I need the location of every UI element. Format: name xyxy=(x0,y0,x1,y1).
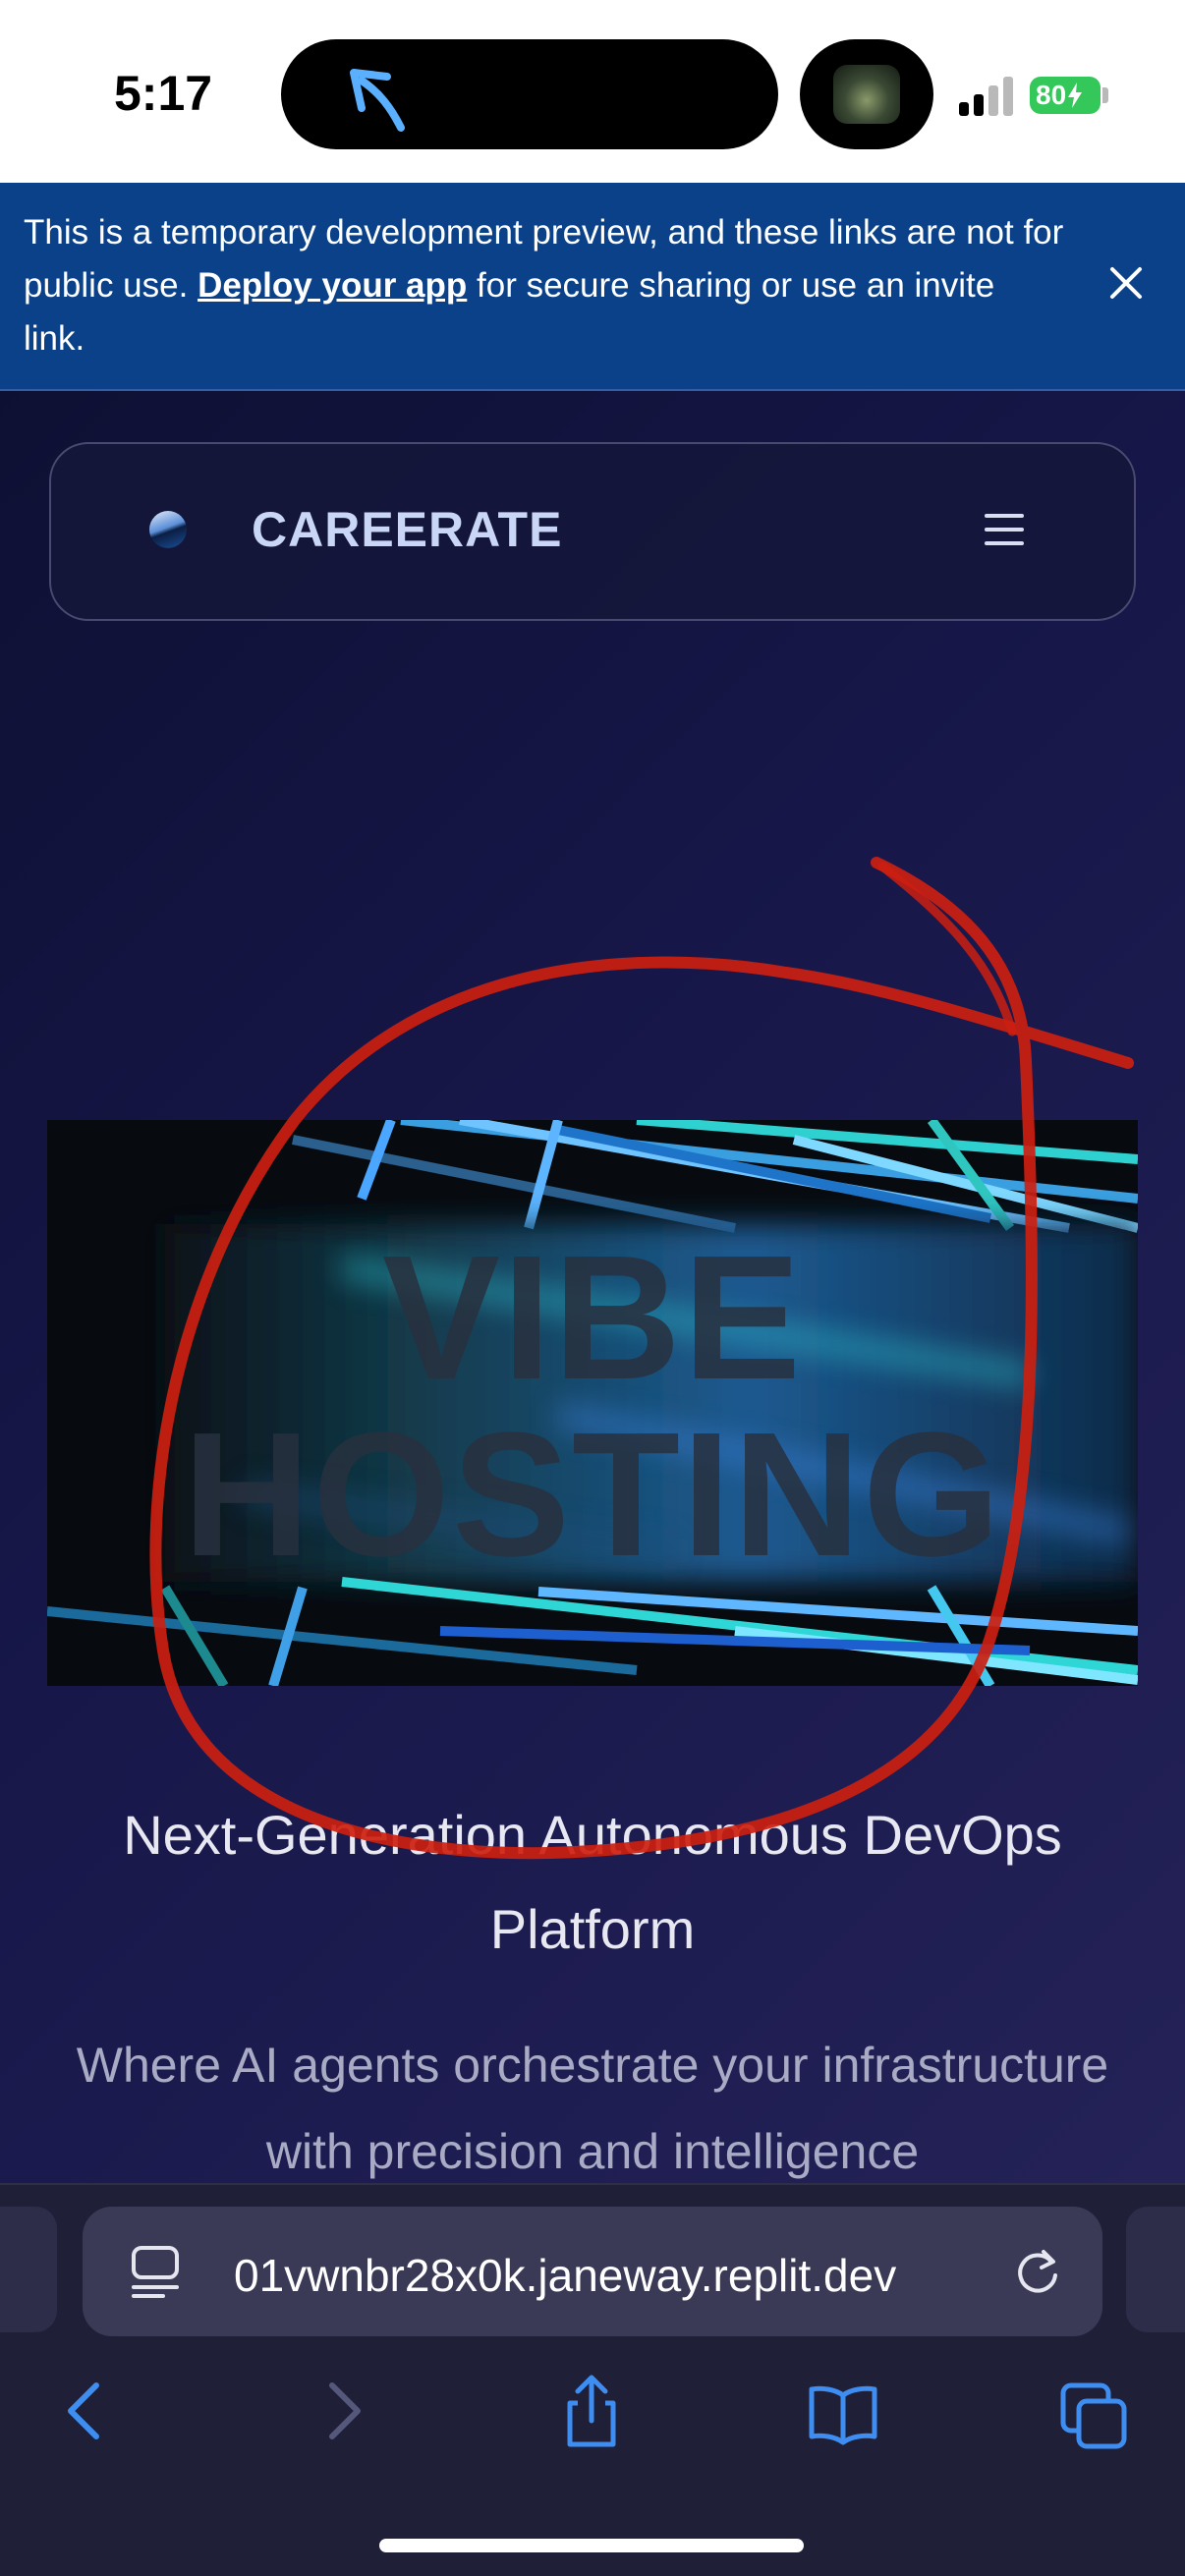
banner-message: This is a temporary development preview,… xyxy=(24,206,1065,365)
book-icon[interactable] xyxy=(808,2372,878,2450)
status-bar: 5:17 80 xyxy=(0,0,1185,183)
share-icon[interactable] xyxy=(556,2372,627,2450)
tabs-icon[interactable] xyxy=(1059,2372,1130,2450)
hero-title-line2: HOSTING xyxy=(182,1396,1003,1594)
charging-bolt-icon xyxy=(1068,83,1083,108)
battery-cap xyxy=(1102,87,1108,103)
next-tab-pill[interactable] xyxy=(1126,2207,1185,2332)
hero-title-line1: VIBE xyxy=(381,1219,804,1417)
battery-icon: 80 xyxy=(1030,77,1100,114)
reload-icon[interactable] xyxy=(1012,2246,1063,2297)
hero-description: Where AI agents orchestrate your infrast… xyxy=(76,2038,1109,2179)
top-nav xyxy=(49,442,1136,621)
reader-mode-icon[interactable] xyxy=(130,2244,181,2299)
close-icon[interactable] xyxy=(1106,263,1146,303)
signal-icon xyxy=(959,77,1013,116)
url-value: 01vwnbr28x0k.janeway.replit.dev xyxy=(234,2250,897,2301)
url-text[interactable]: 01vwnbr28x0k.janeway.replit.dev xyxy=(234,2246,981,2305)
hero-title: VIBE HOSTING xyxy=(47,1230,1138,1584)
camera-island xyxy=(800,39,933,149)
brand-name[interactable]: CAREERATE xyxy=(252,501,562,558)
clock: 5:17 xyxy=(114,66,213,121)
chevron-right-icon[interactable] xyxy=(307,2372,377,2450)
dev-preview-banner: This is a temporary development preview,… xyxy=(0,183,1185,391)
previous-tab-pill[interactable] xyxy=(0,2207,57,2332)
camera-thumbnail xyxy=(833,65,900,124)
dynamic-island[interactable] xyxy=(281,39,778,149)
chevron-left-icon[interactable] xyxy=(51,2372,122,2450)
brand-logo[interactable] xyxy=(149,511,187,548)
arrow-up-left-icon xyxy=(350,69,405,132)
home-indicator[interactable] xyxy=(379,2539,804,2552)
hero-subtitle: Next-Generation Autonomous DevOps Platfo… xyxy=(123,1804,1062,1960)
deploy-app-link[interactable]: Deploy your app xyxy=(198,266,467,305)
hero-image: VIBE HOSTING xyxy=(47,1120,1138,1686)
battery-level: 80 xyxy=(1036,80,1067,110)
hamburger-menu-icon[interactable] xyxy=(985,513,1024,546)
